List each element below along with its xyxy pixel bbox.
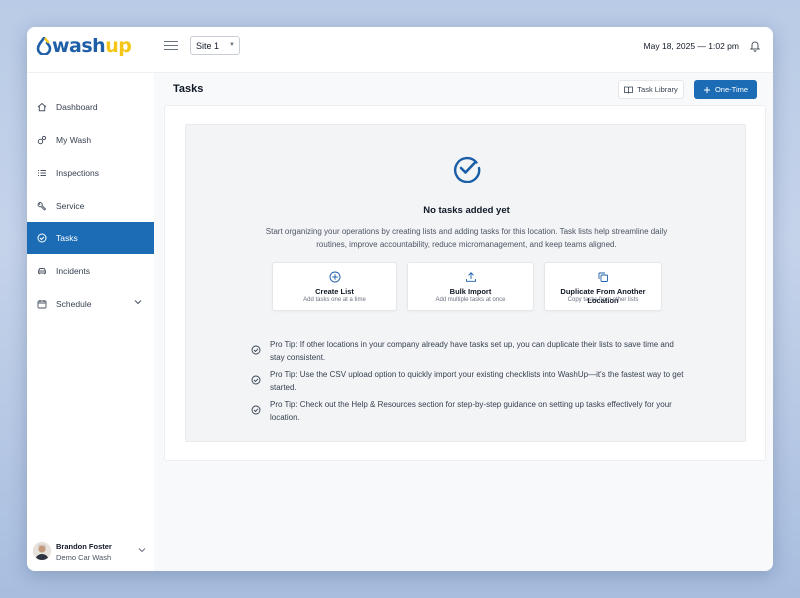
task-library-label: Task Library	[637, 85, 678, 94]
bubbles-icon	[37, 135, 47, 145]
sidebar-item-incidents[interactable]: Incidents	[27, 255, 154, 287]
sidebar-item-service[interactable]: Service	[27, 190, 154, 222]
book-icon	[624, 86, 634, 94]
chevron-down-icon[interactable]	[134, 299, 142, 305]
user-name: Brandon Foster	[56, 542, 112, 551]
sidebar-item-inspections[interactable]: Inspections	[27, 157, 154, 189]
bulk-import-button[interactable]: Bulk Import Add multiple tasks at once	[407, 262, 534, 311]
top-bar: washup Site 1 ▼ May 18, 2025 — 1:02 pm	[27, 27, 773, 73]
pro-tip-item: Pro Tip: Use the CSV upload option to qu…	[248, 368, 688, 394]
page-title: Tasks	[173, 83, 204, 95]
plus-circle-icon	[329, 271, 340, 283]
sidebar-item-label: Schedule	[56, 299, 92, 309]
check-circle-icon	[251, 405, 261, 415]
one-time-label: One-Time	[714, 85, 749, 94]
duplicate-location-subtitle: Copy tasks from other lists	[567, 297, 639, 303]
empty-state-description: Start organizing your operations by crea…	[265, 227, 668, 249]
sidebar-item-tasks[interactable]: Tasks	[27, 222, 154, 254]
app-window: washup Site 1 ▼ May 18, 2025 — 1:02 pm D…	[27, 27, 773, 571]
sidebar-item-label: Dashboard	[56, 102, 98, 112]
user-organization: Demo Car Wash	[56, 553, 112, 562]
current-datetime: May 18, 2025 — 1:02 pm	[643, 41, 739, 51]
logo-mark-icon	[36, 37, 52, 55]
chevron-down-icon[interactable]	[138, 547, 146, 553]
sidebar-item-label: My Wash	[56, 135, 92, 145]
car-icon	[37, 266, 47, 276]
pro-tip-text: Pro Tip: Check out the Help & Resources …	[270, 400, 672, 422]
site-select-value: Site 1	[196, 40, 220, 51]
site-select[interactable]: Site 1 ▼	[190, 36, 240, 55]
empty-state-actions: Create List Add tasks one at a time Bulk…	[272, 262, 662, 314]
create-list-title: Create List	[315, 287, 354, 296]
pro-tip-item: Pro Tip: If other locations in your comp…	[248, 338, 688, 364]
sidebar: Dashboard My Wash Inspections Service Ta…	[27, 73, 154, 571]
calendar-icon	[37, 299, 47, 309]
list-icon	[37, 168, 47, 178]
wrench-icon	[37, 201, 47, 211]
washup-logo[interactable]: washup	[36, 35, 132, 57]
tasks-card: No tasks added yet Start organizing your…	[164, 105, 766, 461]
hamburger-menu-icon[interactable]	[164, 38, 178, 52]
bulk-import-title: Bulk Import	[449, 287, 492, 296]
pro-tip-text: Pro Tip: If other locations in your comp…	[270, 340, 674, 362]
check-circle-icon	[37, 233, 47, 243]
bell-icon[interactable]	[749, 39, 761, 52]
main-content: Tasks Task Library One-Time No tasks add…	[154, 73, 773, 571]
pro-tips-list: Pro Tip: If other locations in your comp…	[248, 338, 688, 428]
create-list-button[interactable]: Create List Add tasks one at a time	[272, 262, 397, 311]
sidebar-item-dashboard[interactable]: Dashboard	[27, 91, 154, 123]
check-circle-icon	[251, 375, 261, 385]
upload-icon	[465, 272, 476, 282]
one-time-task-button[interactable]: One-Time	[694, 80, 757, 99]
create-list-subtitle: Add tasks one at a time	[303, 297, 366, 303]
sidebar-item-label: Inspections	[56, 168, 99, 178]
duplicate-location-button[interactable]: Duplicate From Another Location Copy tas…	[544, 262, 662, 311]
sidebar-item-my-wash[interactable]: My Wash	[27, 124, 154, 156]
avatar	[33, 542, 51, 560]
task-library-button[interactable]: Task Library	[618, 80, 684, 99]
empty-state-panel: No tasks added yet Start organizing your…	[185, 124, 746, 442]
user-profile[interactable]: Brandon Foster Demo Car Wash	[33, 539, 148, 565]
pro-tip-text: Pro Tip: Use the CSV upload option to qu…	[270, 370, 684, 392]
page-header: Tasks Task Library One-Time	[164, 73, 766, 105]
plus-icon	[703, 86, 710, 93]
check-circle-icon	[251, 345, 261, 355]
sidebar-item-label: Incidents	[56, 266, 91, 276]
caret-down-icon: ▼	[229, 42, 235, 48]
bulk-import-subtitle: Add multiple tasks at once	[435, 297, 506, 303]
sidebar-item-label: Tasks	[56, 233, 78, 243]
sidebar-item-label: Service	[56, 201, 85, 211]
empty-state-title: No tasks added yet	[423, 205, 510, 216]
copy-icon	[598, 272, 608, 282]
sidebar-item-schedule[interactable]: Schedule	[27, 288, 154, 320]
check-circle-icon	[454, 156, 481, 183]
home-icon	[37, 102, 47, 112]
pro-tip-item: Pro Tip: Check out the Help & Resources …	[248, 398, 688, 424]
logo-wordmark: washup	[52, 35, 132, 57]
